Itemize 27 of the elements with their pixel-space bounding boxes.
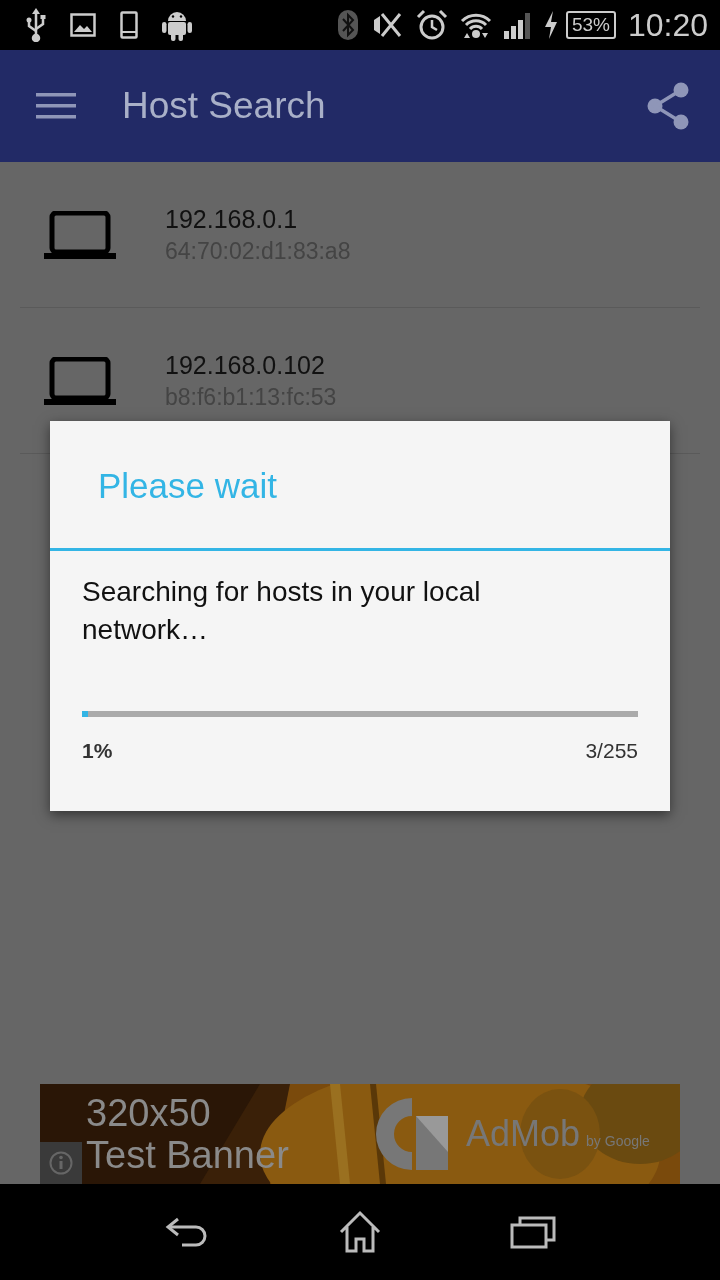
progress-count: 3/255: [585, 739, 638, 763]
dialog-title: Please wait: [97, 465, 278, 507]
menu-icon[interactable]: [36, 93, 76, 119]
host-ip: 192.168.0.102: [165, 349, 326, 381]
battery-indicator: 53%: [565, 11, 616, 39]
progress-percent: 1%: [82, 739, 113, 763]
admob-logo-icon: [376, 1098, 448, 1170]
laptop-icon: [44, 356, 116, 405]
home-icon[interactable]: [337, 1210, 383, 1254]
alarm-icon: [415, 9, 448, 41]
clock-time: 10:20: [627, 6, 708, 44]
recent-apps-icon[interactable]: [510, 1215, 557, 1249]
ad-size-text: 320x50: [86, 1092, 212, 1134]
app-title: Host Search: [122, 85, 326, 127]
tablet-icon: [120, 11, 138, 39]
image-icon: [70, 13, 96, 37]
android-icon: [162, 9, 192, 41]
charging-icon: [543, 11, 558, 39]
laptop-icon: [44, 210, 116, 259]
ad-brand-name: AdMob: [466, 1113, 581, 1155]
dialog-message: Searching for hosts in your local network…: [82, 575, 482, 647]
signal-icon: [503, 11, 532, 39]
bluetooth-icon: [337, 10, 358, 40]
ad-byline: by Google: [586, 1133, 650, 1149]
usb-icon: [26, 8, 46, 42]
host-ip: 192.168.0.1: [165, 203, 299, 235]
share-icon[interactable]: [646, 82, 690, 130]
